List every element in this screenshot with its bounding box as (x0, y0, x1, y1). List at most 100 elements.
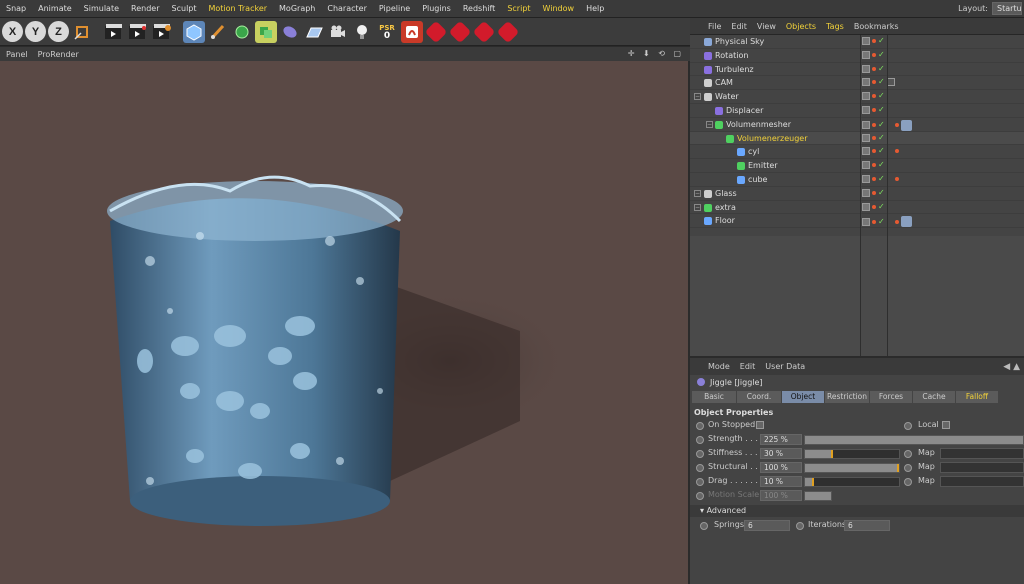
tag-dots-icon[interactable] (894, 149, 899, 154)
map-link-field[interactable] (940, 462, 1024, 473)
object-name[interactable]: Floor (715, 214, 735, 227)
menu-window[interactable]: Window (537, 4, 581, 13)
render-picture-viewer-icon[interactable] (127, 20, 149, 43)
visibility-dots-icon[interactable] (872, 80, 876, 85)
object-row[interactable]: − extra ✓ (690, 201, 1024, 215)
visibility-dots-icon[interactable] (872, 66, 876, 71)
objects-menu-file[interactable]: File (708, 22, 721, 31)
viewport-nav-icons[interactable]: ✛ ⬇ ⟲ ▢ (628, 49, 684, 58)
attr-menu-edit[interactable]: Edit (740, 362, 756, 371)
material-tag-icon[interactable] (900, 216, 912, 228)
layer-square-icon[interactable] (862, 202, 870, 211)
menu-script[interactable]: Script (501, 4, 536, 13)
layer-square-icon[interactable] (862, 37, 870, 45)
attr-menu-mode[interactable]: Mode (708, 362, 730, 371)
menu-mograph[interactable]: MoGraph (273, 4, 321, 13)
keyframe-position-icon[interactable] (448, 20, 472, 43)
layer-square-icon[interactable] (862, 161, 870, 170)
object-name[interactable]: Rotation (715, 49, 748, 62)
menu-simulate[interactable]: Simulate (78, 4, 125, 13)
light-icon[interactable] (351, 20, 373, 43)
objects-menu-tags[interactable]: Tags (826, 22, 844, 31)
object-name[interactable]: CAM (715, 76, 733, 89)
tab-object[interactable]: Object (782, 391, 824, 403)
animate-radio[interactable] (904, 478, 912, 486)
advanced-group-header[interactable]: ▾ Advanced (690, 505, 1024, 517)
property-slider[interactable] (804, 435, 1024, 445)
attribute-nav-arrows[interactable]: ◀ ▲ (1003, 362, 1020, 372)
animate-radio[interactable] (796, 522, 804, 530)
object-row[interactable]: Physical Sky ✓ (690, 35, 1024, 49)
tab-falloff[interactable]: Falloff (956, 391, 998, 403)
viewport-menu-prorender[interactable]: ProRender (38, 50, 79, 59)
render-region-icon[interactable] (401, 20, 423, 43)
enabled-check-icon[interactable]: ✓ (878, 174, 885, 183)
object-name[interactable]: extra (715, 201, 736, 214)
keyframe-rotation-icon[interactable] (472, 20, 496, 43)
expand-toggle-icon[interactable]: − (706, 120, 713, 128)
visibility-dots-icon[interactable] (872, 219, 876, 224)
property-slider[interactable] (804, 449, 900, 459)
layer-square-icon[interactable] (862, 147, 870, 156)
enabled-check-icon[interactable]: ✓ (878, 78, 885, 86)
menu-pipeline[interactable]: Pipeline (373, 4, 416, 13)
layer-square-icon[interactable] (862, 121, 870, 130)
layer-square-icon[interactable] (862, 50, 870, 59)
enabled-check-icon[interactable]: ✓ (878, 188, 885, 197)
menu-render[interactable]: Render (125, 4, 165, 13)
object-name[interactable]: cyl (748, 145, 759, 158)
springs-input[interactable]: 6 (744, 520, 790, 531)
x-axis-lock-button[interactable]: X (2, 21, 23, 42)
visibility-dots-icon[interactable] (872, 52, 876, 57)
object-name[interactable]: Displacer (726, 104, 763, 117)
enabled-check-icon[interactable]: ✓ (878, 50, 885, 59)
subdivision-icon[interactable] (231, 20, 253, 43)
visibility-dots-icon[interactable] (872, 39, 876, 43)
layer-square-icon[interactable] (862, 78, 870, 87)
objects-menu-edit[interactable]: Edit (731, 22, 747, 31)
viewport-menu-panel[interactable]: Panel (6, 50, 28, 59)
property-value-input[interactable]: 100 % (760, 462, 802, 473)
deformer-icon[interactable] (279, 20, 301, 43)
expand-toggle-icon[interactable]: − (694, 93, 701, 101)
viewport-render[interactable] (0, 61, 688, 584)
tag-dots-icon[interactable] (894, 176, 899, 181)
object-name[interactable]: Volumenerzeuger (737, 132, 808, 145)
tab-cache[interactable]: Cache (913, 391, 955, 403)
layout-selector[interactable]: Layout: Startup (958, 2, 1024, 15)
menu-help[interactable]: Help (580, 4, 610, 13)
animate-radio[interactable] (696, 478, 704, 486)
expand-toggle-icon[interactable]: − (694, 189, 701, 197)
render-settings-icon[interactable] (151, 20, 173, 43)
objects-menu-bookmarks[interactable]: Bookmarks (854, 22, 899, 31)
animate-radio[interactable] (696, 450, 704, 458)
material-tag-icon[interactable] (900, 119, 912, 131)
layer-square-icon[interactable] (862, 217, 870, 226)
object-list-empty-area[interactable] (690, 236, 1024, 356)
property-value-input[interactable]: 100 % (760, 490, 802, 501)
layout-dropdown[interactable]: Startup (992, 2, 1022, 15)
enabled-check-icon[interactable]: ✓ (878, 202, 885, 211)
object-row[interactable]: Turbulenz ✓ (690, 63, 1024, 77)
object-row[interactable]: Emitter ✓ (690, 159, 1024, 173)
visibility-dots-icon[interactable] (872, 135, 876, 140)
tab-basic[interactable]: Basic (692, 391, 736, 403)
object-row[interactable]: − Glass ✓ (690, 187, 1024, 201)
object-row[interactable]: Rotation ✓ (690, 49, 1024, 63)
object-name[interactable]: Physical Sky (715, 35, 764, 48)
object-name[interactable]: Water (715, 90, 739, 103)
visibility-dots-icon[interactable] (872, 163, 876, 168)
on-stopped-checkbox[interactable] (756, 421, 764, 429)
layer-square-icon[interactable] (862, 64, 870, 73)
property-value-input[interactable]: 30 % (760, 448, 802, 459)
object-row[interactable]: − Water ✓ (690, 90, 1024, 104)
enabled-check-icon[interactable]: ✓ (878, 147, 885, 155)
tab-coord[interactable]: Coord. (737, 391, 781, 403)
floor-icon[interactable] (303, 20, 325, 43)
cloner-icon[interactable] (255, 20, 277, 43)
map-link-field[interactable] (940, 476, 1024, 487)
object-row[interactable]: Displacer ✓ (690, 104, 1024, 118)
z-axis-lock-button[interactable]: Z (48, 21, 69, 42)
object-row[interactable]: CAM ✓ (690, 76, 1024, 91)
enabled-check-icon[interactable]: ✓ (878, 105, 885, 114)
